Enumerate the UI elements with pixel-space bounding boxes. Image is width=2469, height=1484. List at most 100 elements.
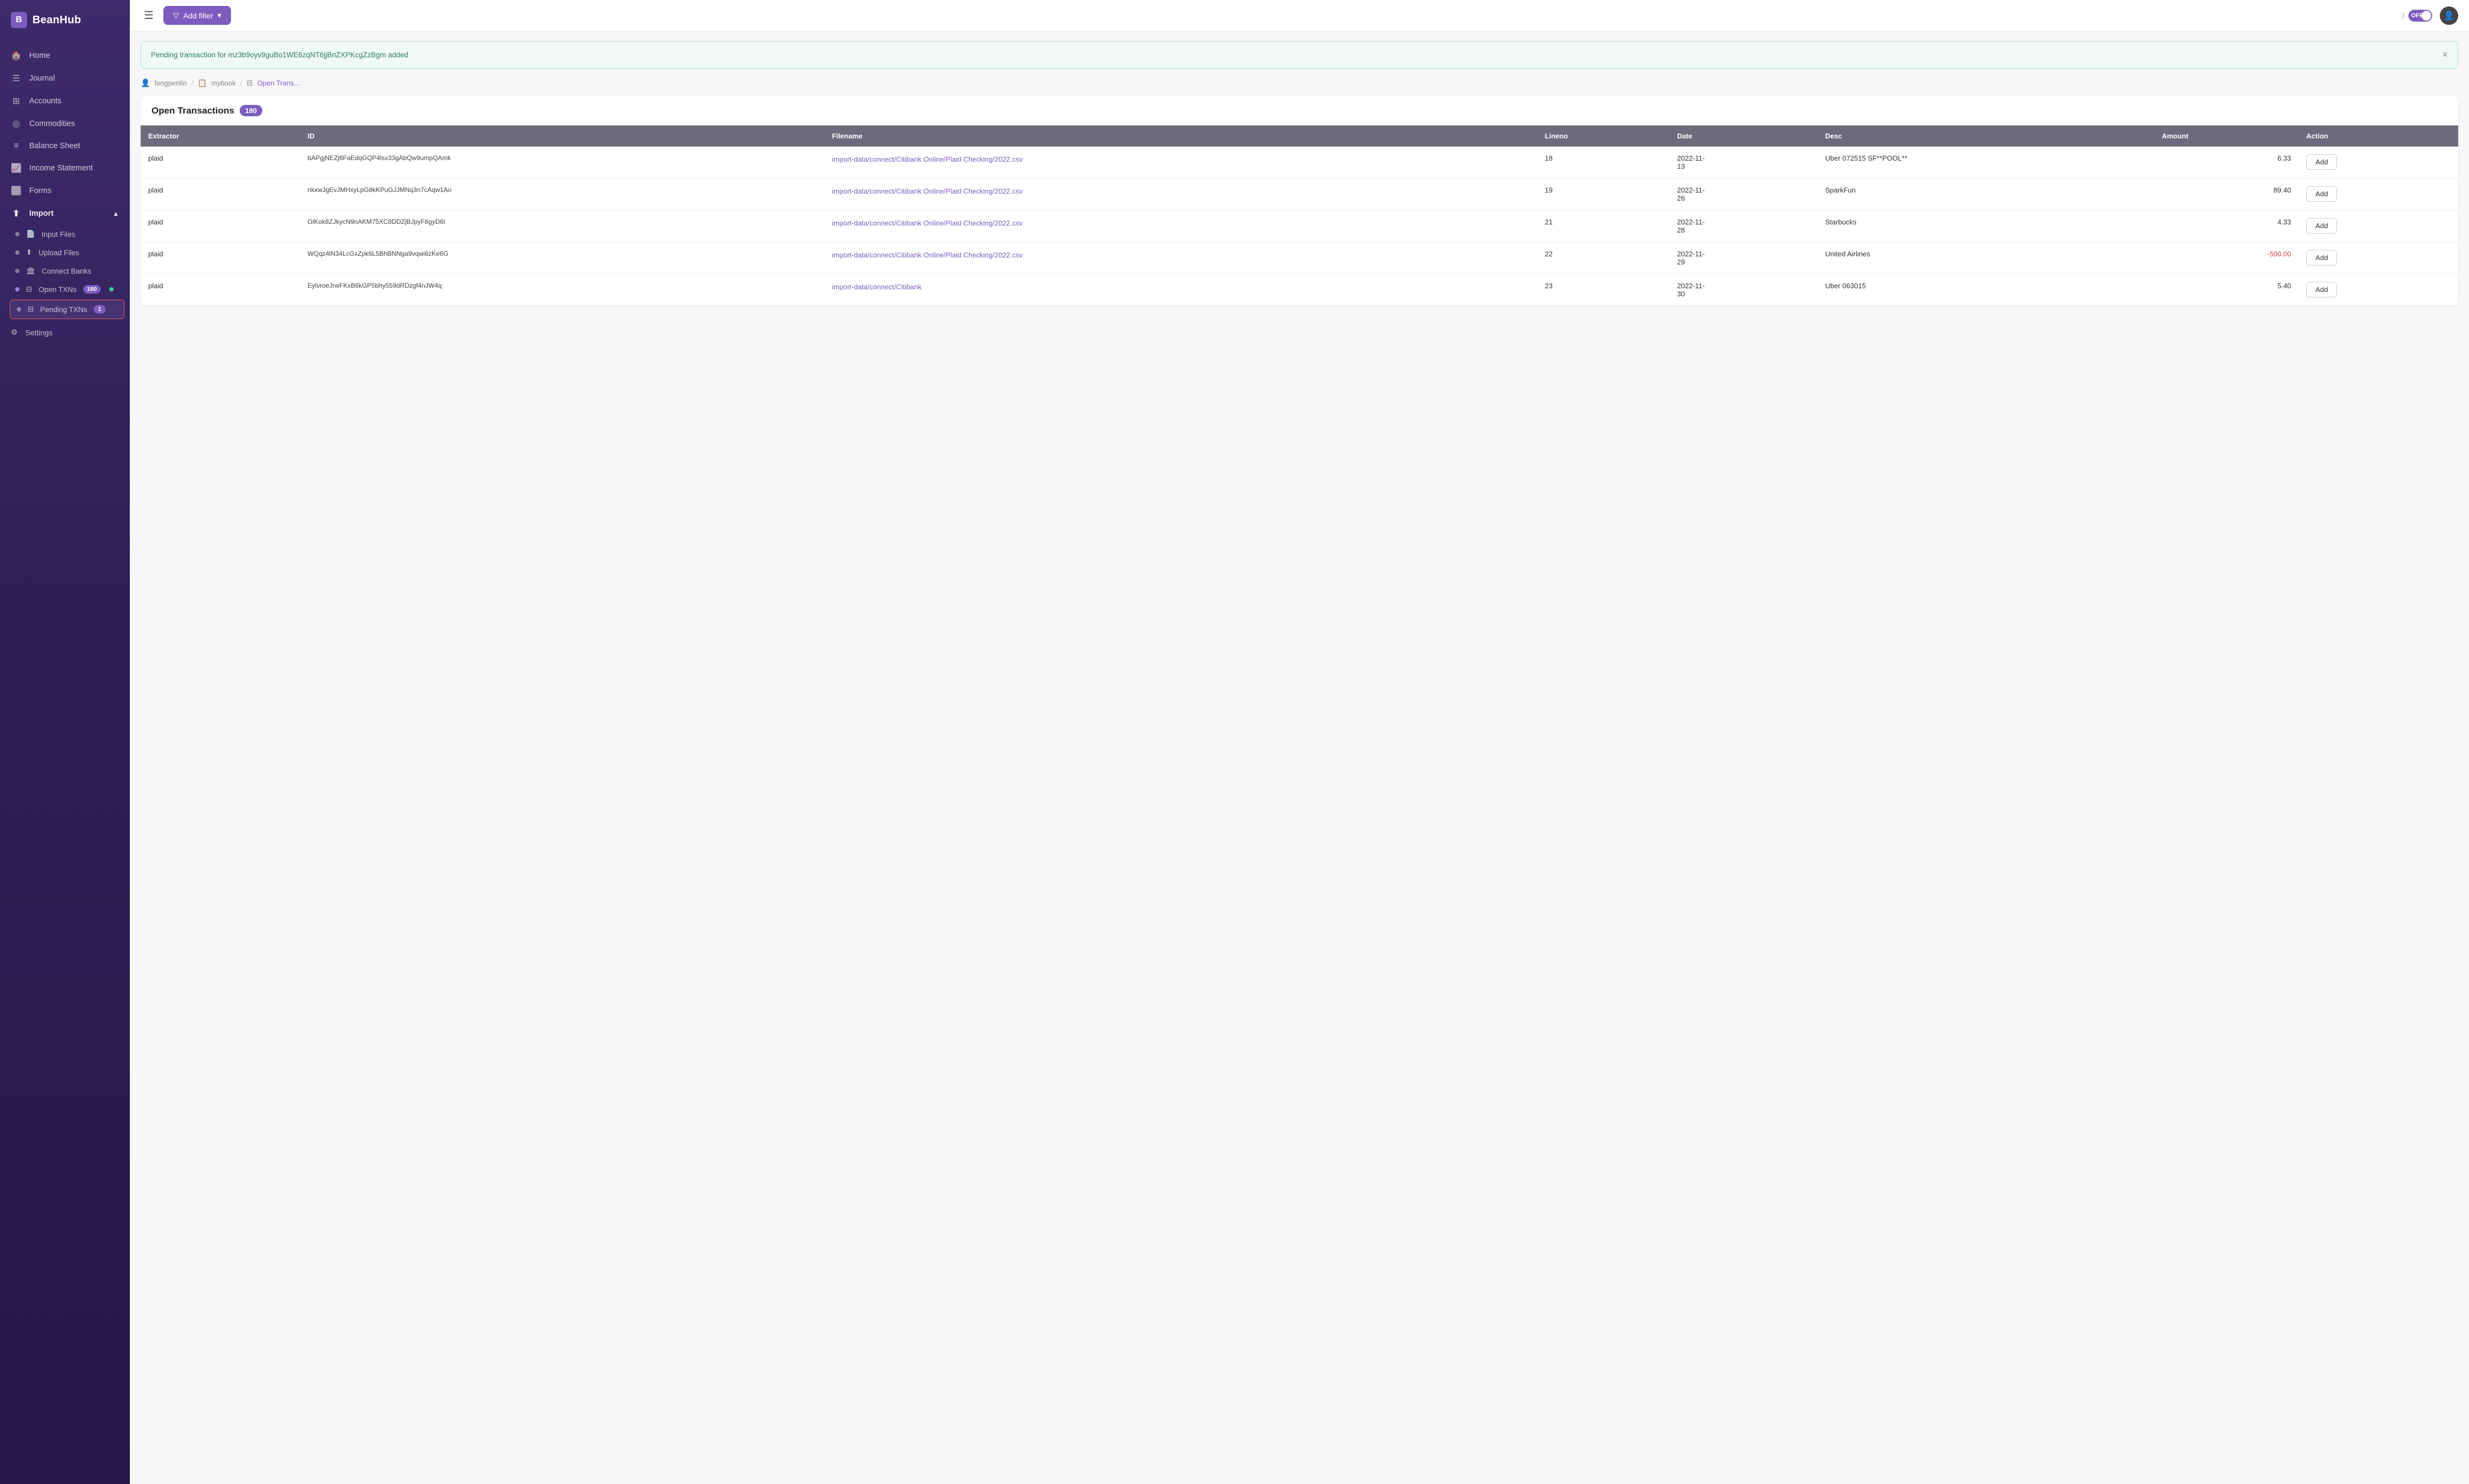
accounts-icon: ⊞ <box>11 96 22 107</box>
add-button[interactable]: Add <box>2306 282 2337 297</box>
sidebar-item-income-statement[interactable]: 📈 Income Statement <box>0 157 130 180</box>
cell-extractor: plaid <box>141 210 300 242</box>
add-button[interactable]: Add <box>2306 218 2337 234</box>
toggle-knob <box>2421 11 2431 21</box>
cell-amount: 89.40 <box>2154 178 2299 210</box>
cell-extractor: plaid <box>141 274 300 306</box>
bullet-icon <box>15 287 19 292</box>
book-icon: 📋 <box>197 78 207 88</box>
cell-id: GlKok8ZJkycN9nAKM75XC8DDZjBJpyF6gyD6l <box>300 210 824 242</box>
sidebar-item-journal[interactable]: ☰ Journal <box>0 67 130 90</box>
balance-sheet-icon: ≡ <box>11 141 22 151</box>
breadcrumb-page: Open Trans... <box>257 79 300 87</box>
import-sub-items: 📄 Input Files ⬆ Upload Files 🏛 Connect B… <box>0 225 130 319</box>
cell-extractor: plaid <box>141 242 300 274</box>
cell-lineno: 19 <box>1537 178 1669 210</box>
cell-lineno: 22 <box>1537 242 1669 274</box>
sidebar-item-label: Journal <box>29 74 55 83</box>
cell-amount: 6.33 <box>2154 147 2299 178</box>
col-date: Date <box>1669 125 1818 147</box>
add-filter-button[interactable]: ▽ Add filter ▾ <box>163 6 231 25</box>
filename-link[interactable]: import-data/connect/Citibank Online/Plai… <box>832 154 1530 165</box>
breadcrumb-user[interactable]: fangpenlin <box>154 79 187 87</box>
cell-extractor: plaid <box>141 178 300 210</box>
table-title: Open Transactions <box>151 105 234 116</box>
open-txns-dot <box>109 287 114 292</box>
bullet-icon <box>17 307 21 312</box>
cell-amount: 4.33 <box>2154 210 2299 242</box>
sidebar-item-connect-banks[interactable]: 🏛 Connect Banks <box>0 262 130 280</box>
cell-desc: Starbucks <box>1818 210 2154 242</box>
cell-desc: Uber 072515 SF**POOL** <box>1818 147 2154 178</box>
sidebar-item-home[interactable]: 🏠 Home <box>0 44 130 67</box>
sidebar-import-header[interactable]: ⬆ Import ▲ <box>0 202 130 225</box>
table-row: plaid GlKok8ZJkycN9nAKM75XC8DDZjBJpyF6gy… <box>141 210 2458 242</box>
table-row: plaid EylvroeJrwFKxB6kGP5bhy559dRDzgf4nJ… <box>141 274 2458 306</box>
sidebar-item-accounts[interactable]: ⊞ Accounts <box>0 90 130 112</box>
input-files-icon: 📄 <box>26 230 35 239</box>
cell-desc: United Airlines <box>1818 242 2154 274</box>
hamburger-icon[interactable]: ☰ <box>141 5 157 25</box>
notification-message: Pending transaction for mz3b9oyv9guBo1WE… <box>151 51 408 59</box>
sub-item-label: Connect Banks <box>42 267 91 275</box>
sidebar-item-forms[interactable]: ⬜ Forms <box>0 180 130 202</box>
sidebar-item-label: Balance Sheet <box>29 142 80 150</box>
cell-lineno: 18 <box>1537 147 1669 178</box>
col-filename: Filename <box>824 125 1537 147</box>
breadcrumb-book[interactable]: mybook <box>212 79 236 87</box>
sidebar-item-input-files[interactable]: 📄 Input Files <box>0 225 130 243</box>
open-txns-icon: ⊟ <box>26 285 32 294</box>
col-amount: Amount <box>2154 125 2299 147</box>
sidebar-item-open-txns[interactable]: ⊟ Open TXNs 180 <box>0 280 130 299</box>
filename-link[interactable]: import-data/connect/Citibank <box>832 282 1530 293</box>
cell-date: 2022-11-26 <box>1669 178 1818 210</box>
sidebar-item-pending-txns[interactable]: ⊟ Pending TXNs 1 <box>10 300 124 319</box>
sidebar-item-commodities[interactable]: ◎ Commodities <box>0 112 130 135</box>
sidebar-item-label: Income Statement <box>29 164 93 173</box>
page-content: Pending transaction for mz3b9oyv9guBo1WE… <box>130 31 2469 1484</box>
bullet-icon <box>15 269 19 273</box>
cell-id: WQqz4lN34LcGxZpk6L5BhBNNga9vqwi6zKe6G <box>300 242 824 274</box>
filename-link[interactable]: import-data/connect/Citibank Online/Plai… <box>832 250 1530 261</box>
journal-icon: ☰ <box>11 73 22 84</box>
sidebar-item-balance-sheet[interactable]: ≡ Balance Sheet <box>0 135 130 157</box>
dark-mode-toggle[interactable]: ☽ OFF <box>2399 10 2432 22</box>
cell-desc: Uber 063015 <box>1818 274 2154 306</box>
filter-label: Add filter <box>183 11 213 20</box>
breadcrumb-sep1: / <box>191 79 193 87</box>
cell-id: EylvroeJrwFKxB6kGP5bhy559dRDzgf4nJW4q <box>300 274 824 306</box>
filename-link[interactable]: import-data/connect/Citibank Online/Plai… <box>832 186 1530 197</box>
app-logo[interactable]: B BeanHub <box>0 0 130 40</box>
breadcrumb: 👤 fangpenlin / 📋 mybook / ⊟ Open Trans..… <box>141 78 2458 88</box>
notification-close-button[interactable]: × <box>2442 49 2448 61</box>
bullet-icon <box>15 232 19 236</box>
add-button[interactable]: Add <box>2306 154 2337 170</box>
cell-filename: import-data/connect/Citibank Online/Plai… <box>824 210 1537 242</box>
main-content: ☰ ▽ Add filter ▾ ☽ OFF 👤 Pending tran <box>130 0 2469 1484</box>
transactions-table: Extractor ID Filename Lineno Date Desc A… <box>141 125 2458 306</box>
cell-date: 2022-11-28 <box>1669 210 1818 242</box>
sidebar-item-label: Forms <box>29 187 51 195</box>
moon-icon: ☽ <box>2399 11 2405 20</box>
table-row: plaid WQqz4lN34LcGxZpk6L5BhBNNga9vqwi6zK… <box>141 242 2458 274</box>
cell-action: Add <box>2299 147 2458 178</box>
cell-lineno: 21 <box>1537 210 1669 242</box>
table-header: Open Transactions 180 <box>141 96 2458 125</box>
toggle-switch[interactable]: OFF <box>2408 10 2432 22</box>
cell-action: Add <box>2299 242 2458 274</box>
settings-label: Settings <box>25 328 53 337</box>
user-avatar[interactable]: 👤 <box>2440 6 2458 25</box>
cell-extractor: plaid <box>141 147 300 178</box>
logo-icon: B <box>11 12 27 28</box>
sidebar-item-settings[interactable]: ⚙ Settings <box>0 320 130 345</box>
open-txns-badge: 180 <box>83 285 101 294</box>
add-button[interactable]: Add <box>2306 186 2337 202</box>
col-extractor: Extractor <box>141 125 300 147</box>
sidebar-item-upload-files[interactable]: ⬆ Upload Files <box>0 243 130 262</box>
table-row: plaid bAPgjNEZj6FaEdqGQP4lsx33gAbQw9umpQ… <box>141 147 2458 178</box>
col-action: Action <box>2299 125 2458 147</box>
filename-link[interactable]: import-data/connect/Citibank Online/Plai… <box>832 218 1530 229</box>
chevron-down-icon: ▾ <box>217 11 221 20</box>
add-button[interactable]: Add <box>2306 250 2337 266</box>
topbar: ☰ ▽ Add filter ▾ ☽ OFF 👤 <box>130 0 2469 31</box>
